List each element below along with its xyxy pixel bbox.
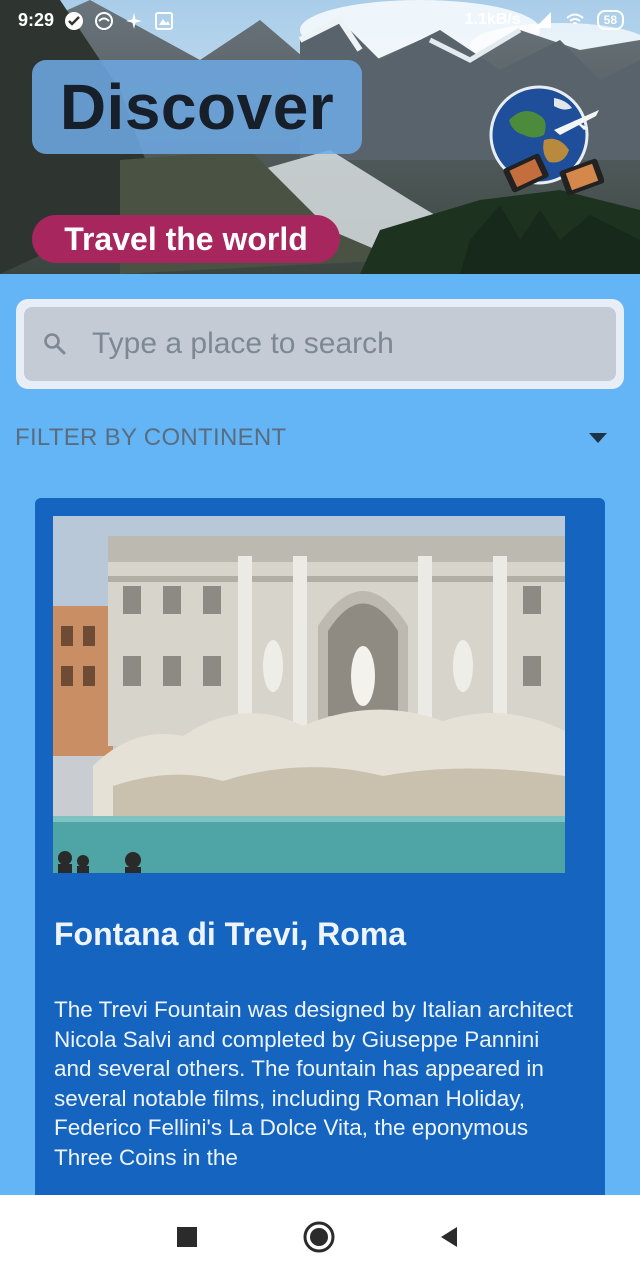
- wifi-icon: [565, 13, 584, 25]
- globe-airplane-film-logo-icon: [489, 85, 604, 196]
- triangle-back-icon[interactable]: [437, 1225, 461, 1249]
- back-button[interactable]: [432, 1220, 466, 1254]
- place-description: The Trevi Fountain was designed by Itali…: [54, 997, 574, 1170]
- pinwheel-icon: [126, 12, 143, 29]
- search-input[interactable]: [90, 326, 574, 362]
- signal-icon: [534, 12, 551, 28]
- circle-home-icon[interactable]: [302, 1220, 336, 1254]
- search-icon[interactable]: [42, 331, 68, 357]
- search-bar[interactable]: [24, 307, 616, 381]
- home-button[interactable]: [302, 1220, 336, 1254]
- continent-filter-dropdown[interactable]: FILTER BY CONTINENT: [15, 418, 615, 458]
- system-navigation-bar: [0, 1195, 640, 1280]
- status-bar: 9:29 1.1kB/s 58: [0, 0, 640, 44]
- recents-button[interactable]: [170, 1220, 204, 1254]
- network-speed: 1.1kB/s: [464, 11, 521, 28]
- clock: 9:29: [18, 10, 55, 30]
- battery-icon: 58: [596, 10, 624, 30]
- app-title: Discover: [32, 60, 362, 154]
- hero-header: 9:29 1.1kB/s 58 Discover Travel the worl…: [0, 0, 640, 274]
- filter-label: FILTER BY CONTINENT: [15, 424, 287, 451]
- square-recents-icon[interactable]: [176, 1226, 198, 1248]
- app-subtitle: Travel the world: [32, 215, 340, 263]
- trevi-fountain-image: [53, 516, 565, 873]
- place-title: Fontana di Trevi, Roma: [54, 916, 407, 952]
- dropdown-caret-icon[interactable]: [589, 433, 607, 443]
- gallery-icon: [155, 11, 174, 30]
- place-photo: [53, 516, 565, 873]
- wifi-hotspot-icon: [95, 11, 114, 30]
- place-card[interactable]: Fontana di Trevi, Roma The Trevi Fountai…: [35, 498, 605, 1218]
- check-circle-icon: [65, 11, 84, 30]
- search-container: [16, 299, 624, 389]
